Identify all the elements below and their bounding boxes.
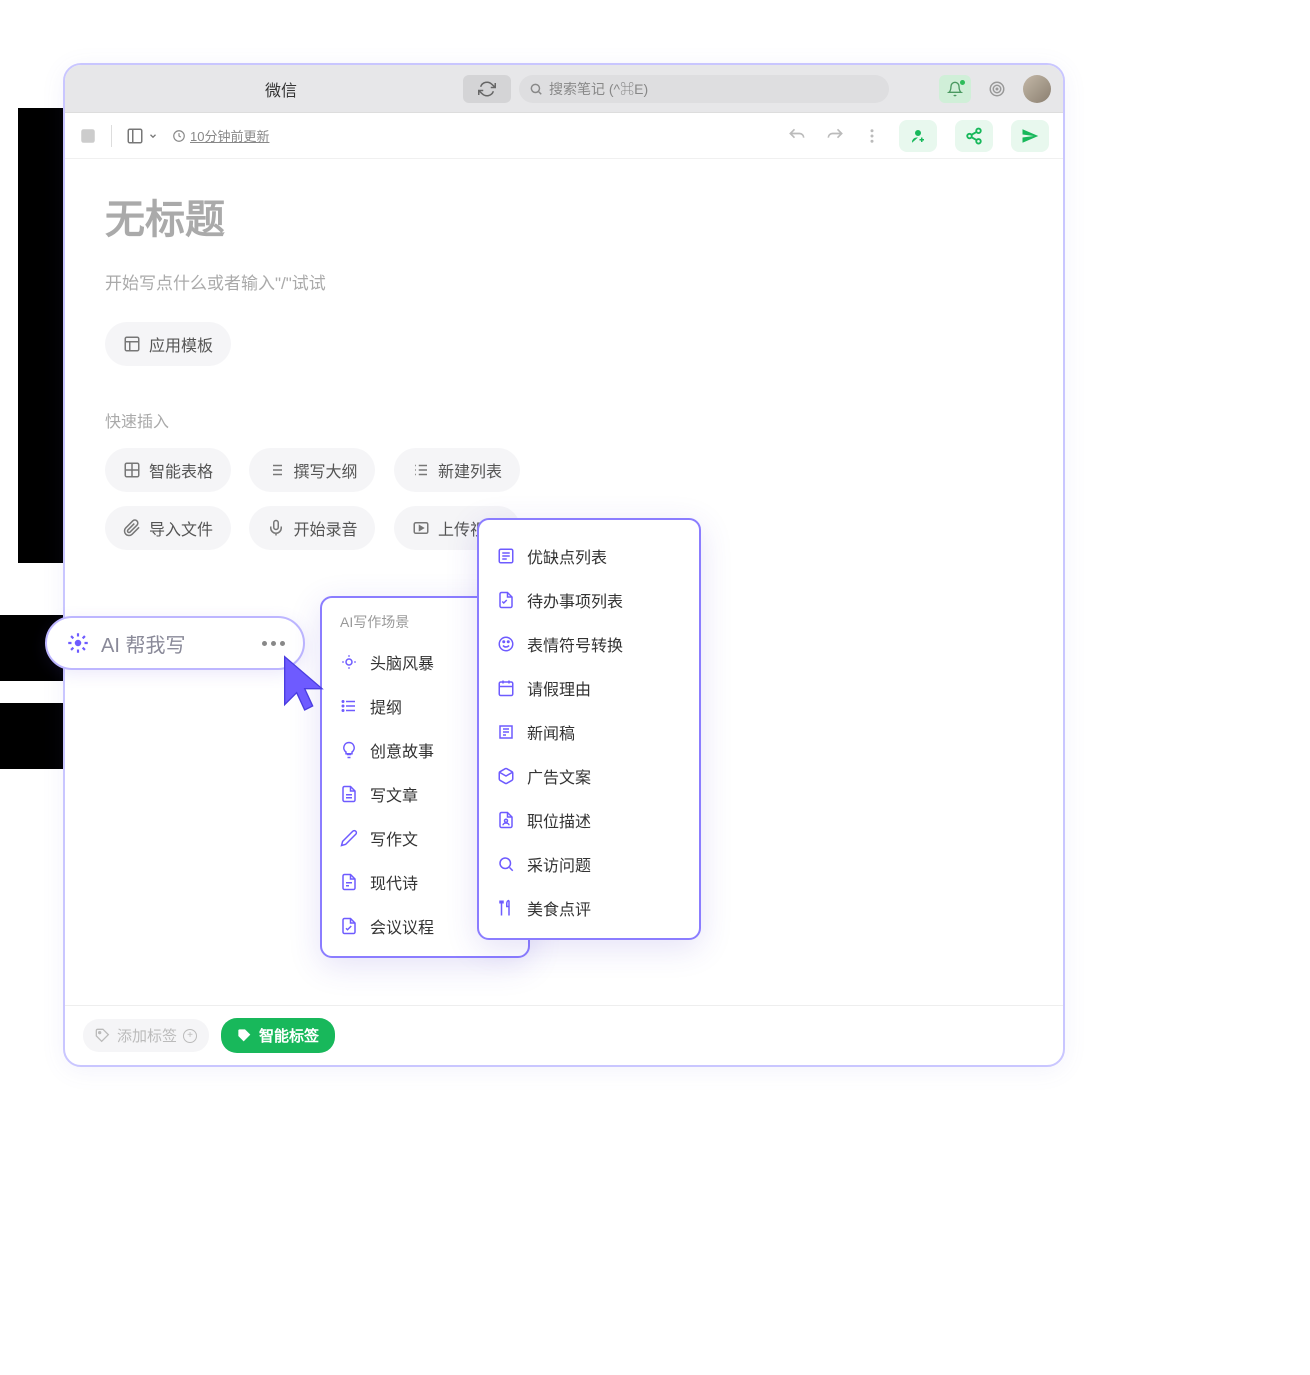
template-icon bbox=[123, 335, 141, 353]
layout-icon bbox=[126, 127, 144, 145]
check-note-icon bbox=[340, 917, 358, 935]
pencil-icon bbox=[340, 829, 358, 847]
mic-icon bbox=[267, 519, 285, 537]
table-icon bbox=[123, 461, 141, 479]
collaborate-button[interactable] bbox=[899, 120, 937, 152]
calendar-icon bbox=[497, 679, 515, 697]
menu-item-job-description[interactable]: 职位描述 bbox=[479, 798, 699, 842]
box-icon bbox=[497, 767, 515, 785]
separator bbox=[111, 125, 112, 147]
source-tab-title: 微信 bbox=[265, 77, 297, 101]
search-input[interactable]: 搜索笔记 (^⌘E) bbox=[519, 75, 889, 103]
ai-writing-menu-2: 优缺点列表 待办事项列表 表情符号转换 请假理由 新闻稿 广告文案 职位描述 采… bbox=[477, 518, 701, 940]
quick-insert-outline[interactable]: 撰写大纲 bbox=[249, 448, 375, 492]
ai-sparkle-icon bbox=[65, 630, 91, 656]
outline-icon bbox=[340, 697, 358, 715]
ai-write-pill[interactable]: AI 帮我写 bbox=[45, 616, 305, 670]
quick-insert-new-list[interactable]: 新建列表 bbox=[394, 448, 520, 492]
plus-icon: + bbox=[183, 1029, 197, 1043]
undo-button[interactable] bbox=[787, 126, 807, 146]
tag-icon bbox=[95, 1028, 111, 1044]
note-body-placeholder[interactable]: 开始写点什么或者输入"/"试试 bbox=[105, 269, 1023, 294]
menu-item-interview-questions[interactable]: 采访问题 bbox=[479, 842, 699, 886]
quick-insert-smart-table[interactable]: 智能表格 bbox=[105, 448, 231, 492]
smiley-icon bbox=[497, 635, 515, 653]
news-icon bbox=[497, 723, 515, 741]
menu-item-ad-copy[interactable]: 广告文案 bbox=[479, 754, 699, 798]
send-icon bbox=[1021, 127, 1039, 145]
share-icon bbox=[965, 127, 983, 145]
expand-icon[interactable] bbox=[79, 127, 97, 145]
redo-button[interactable] bbox=[825, 126, 845, 146]
titlebar-right bbox=[939, 75, 1051, 103]
sync-button[interactable] bbox=[463, 75, 511, 103]
send-button[interactable] bbox=[1011, 120, 1049, 152]
titlebar: 微信 搜索笔记 (^⌘E) bbox=[65, 65, 1063, 113]
menu-item-todo-list[interactable]: 待办事项列表 bbox=[479, 578, 699, 622]
brainstorm-icon bbox=[340, 653, 358, 671]
add-tag-button[interactable]: 添加标签 + bbox=[83, 1019, 209, 1052]
quick-insert-import-file[interactable]: 导入文件 bbox=[105, 506, 231, 550]
decor-shadow bbox=[0, 703, 63, 769]
chevron-down-icon bbox=[148, 131, 158, 141]
search-icon bbox=[529, 82, 543, 96]
fork-knife-icon bbox=[497, 899, 515, 917]
outline-icon bbox=[267, 461, 285, 479]
profile-doc-icon bbox=[497, 811, 515, 829]
document-icon bbox=[340, 873, 358, 891]
clock-icon bbox=[172, 129, 186, 143]
document-icon bbox=[340, 785, 358, 803]
more-icon[interactable] bbox=[262, 641, 285, 646]
quick-insert-label: 快速插入 bbox=[105, 408, 1023, 432]
last-updated[interactable]: 10分钟前更新 bbox=[172, 126, 269, 145]
menu-item-press-release[interactable]: 新闻稿 bbox=[479, 710, 699, 754]
checklist-icon bbox=[497, 591, 515, 609]
bell-icon bbox=[947, 81, 963, 97]
sync-icon bbox=[478, 80, 496, 98]
layout-dropdown[interactable] bbox=[126, 127, 158, 145]
smart-tag-button[interactable]: 智能标签 bbox=[221, 1018, 335, 1053]
notifications-button[interactable] bbox=[939, 75, 971, 103]
target-button[interactable] bbox=[981, 75, 1013, 103]
apply-template-button[interactable]: 应用模板 bbox=[105, 322, 231, 366]
list-box-icon bbox=[497, 547, 515, 565]
menu-item-leave-reason[interactable]: 请假理由 bbox=[479, 666, 699, 710]
video-icon bbox=[412, 519, 430, 537]
search-placeholder: 搜索笔记 (^⌘E) bbox=[549, 79, 648, 99]
footer: 添加标签 + 智能标签 bbox=[65, 1005, 1063, 1065]
menu-item-pros-cons[interactable]: 优缺点列表 bbox=[479, 534, 699, 578]
user-plus-icon bbox=[909, 127, 927, 145]
list-icon bbox=[412, 461, 430, 479]
attachment-icon bbox=[123, 519, 141, 537]
cursor-pointer-icon bbox=[278, 654, 334, 718]
note-title[interactable]: 无标题 bbox=[105, 187, 1023, 245]
tag-solid-icon bbox=[237, 1028, 253, 1044]
ai-pill-label: AI 帮我写 bbox=[101, 629, 262, 658]
more-button[interactable] bbox=[863, 127, 881, 145]
menu-item-food-review[interactable]: 美食点评 bbox=[479, 886, 699, 930]
target-icon bbox=[988, 80, 1006, 98]
menu-item-emoji-convert[interactable]: 表情符号转换 bbox=[479, 622, 699, 666]
search-doc-icon bbox=[497, 855, 515, 873]
quick-insert-record-audio[interactable]: 开始录音 bbox=[249, 506, 375, 550]
note-toolbar: 10分钟前更新 bbox=[65, 113, 1063, 159]
lightbulb-icon bbox=[340, 741, 358, 759]
share-button[interactable] bbox=[955, 120, 993, 152]
decor-shadow bbox=[18, 108, 63, 563]
avatar[interactable] bbox=[1023, 75, 1051, 103]
